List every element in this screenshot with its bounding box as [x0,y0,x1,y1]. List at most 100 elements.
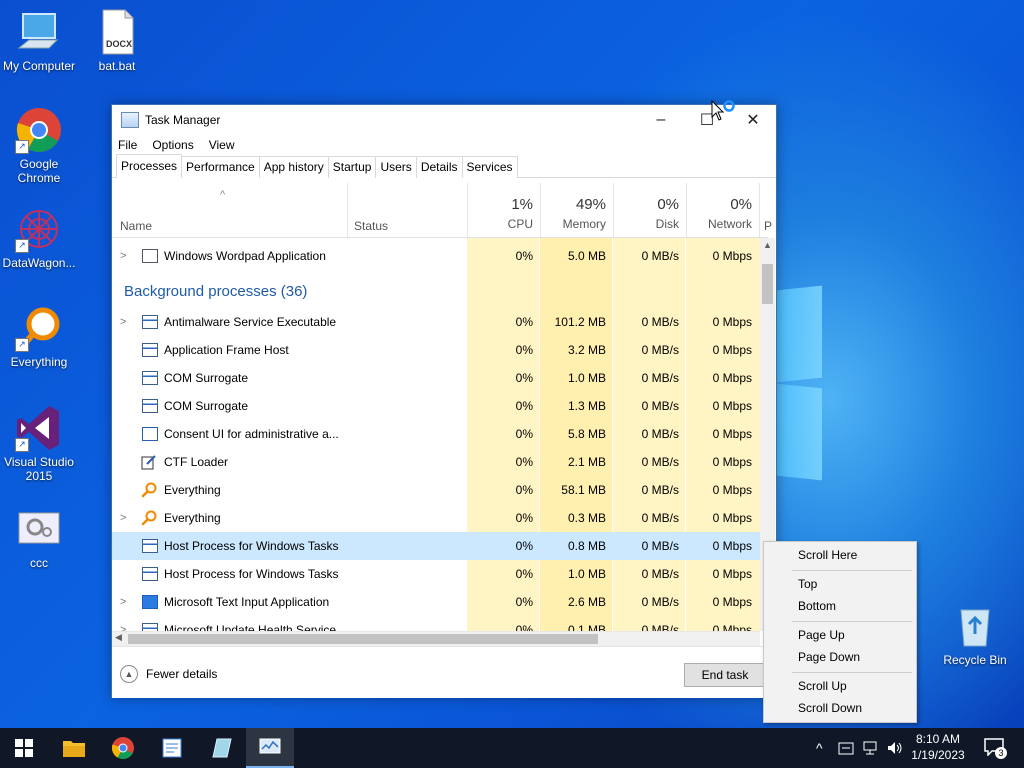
expand-chevron-icon[interactable]: > [120,616,126,631]
table-row[interactable]: Everything 0% 58.1 MB 0 MB/s 0 Mbps [112,476,760,504]
menu-separator [792,621,912,622]
scroll-left-arrow-icon[interactable]: ◀ [115,632,122,643]
menu-item-top[interactable]: Top [798,577,817,591]
column-header: ^ Name Status 1% CPU 49% Memory 0% Disk … [112,183,772,238]
menu-item-page-down[interactable]: Page Down [798,650,860,664]
tab-bar: Processes Performance App history Startu… [112,154,776,178]
shortcut-arrow-icon: ↗ [15,338,29,352]
window-title: Task Manager [145,113,221,127]
desktop-icon-visual-studio[interactable]: ↗ Visual Studio 2015 [1,404,77,483]
recycle-bin-icon [951,602,999,650]
column-network[interactable]: 0% Network [686,183,759,237]
desktop-icon-bat-file[interactable]: DOCX bat.bat [79,8,155,73]
desktop-icon-everything[interactable]: ↗ Everything [1,304,77,369]
tab-users[interactable]: Users [375,156,417,178]
tab-performance[interactable]: Performance [181,156,260,178]
end-task-button[interactable]: End task [684,663,766,687]
taskbar-app[interactable] [197,728,245,768]
table-row[interactable]: > Everything 0% 0.3 MB 0 MB/s 0 Mbps [112,504,760,532]
table-row[interactable]: > Microsoft Text Input Application 0% 2.6 M… [112,588,760,616]
expand-chevron-icon[interactable]: > [120,504,126,532]
desktop-icon-label: Google Chrome [17,157,61,185]
table-row[interactable]: COM Surrogate 0% 1.0 MB 0 MB/s 0 Mbps [112,364,760,392]
clock-date: 1/19/2023 [911,748,965,762]
menu-item-scroll-here[interactable]: Scroll Here [798,548,857,562]
computer-icon [15,8,63,56]
window-process-icon [142,427,158,441]
desktop-icon-recycle-bin[interactable]: Recycle Bin [937,602,1013,667]
table-row[interactable]: Consent UI for administrative a... 0% 5.8 … [112,420,760,448]
table-row[interactable]: Application Frame Host 0% 3.2 MB 0 MB/s 0 Mb… [112,336,760,364]
tab-processes[interactable]: Processes [116,154,183,178]
security-icon[interactable] [838,740,854,756]
table-row[interactable]: Host Process for Windows Tasks 0% 1.0 MB 0 … [112,560,760,588]
menu-view[interactable]: View [209,138,235,152]
tab-services[interactable]: Services [461,156,518,178]
docx-badge: DOCX [106,39,133,49]
menu-item-page-up[interactable]: Page Up [798,628,845,642]
task-manager-icon [121,112,139,128]
start-button[interactable] [0,728,48,768]
scroll-context-menu: Scroll Here Top Bottom Page Up Page Down… [763,541,917,723]
taskbar-chrome[interactable] [99,728,147,768]
column-cpu[interactable]: 1% CPU [467,183,540,237]
column-name[interactable]: Name [120,219,152,233]
table-row[interactable]: COM Surrogate 0% 1.3 MB 0 MB/s 0 Mbps [112,392,760,420]
tab-app-history[interactable]: App history [258,156,329,178]
clock[interactable]: 8:10 AM 1/19/2023 [905,728,971,768]
desktop-icon-my-computer[interactable]: My Computer [1,8,77,73]
taskbar-task-manager[interactable] [246,728,294,768]
scroll-up-arrow-icon[interactable]: ▲ [763,240,772,250]
title-bar[interactable]: Task Manager – ☐ ✕ [112,105,776,135]
process-icon [142,567,158,581]
column-memory[interactable]: 49% Memory [540,183,613,237]
desktop-icon-google-chrome[interactable]: ↗ Google Chrome [1,106,77,185]
action-center-button[interactable]: 3 [984,738,1007,759]
fewer-details-link[interactable]: ▲ Fewer details [120,665,217,683]
tab-startup[interactable]: Startup [327,156,377,178]
horizontal-scroll-thumb[interactable] [128,634,598,644]
desktop-icon-label: ccc [30,556,48,570]
footer: ▲ Fewer details End task [112,646,776,698]
column-status[interactable]: Status [347,183,468,237]
taskbar-wordpad[interactable] [148,728,196,768]
group-header[interactable]: Background processes (36) [112,278,760,306]
taskbar: ^ 8:10 AM 1/19/2023 3 [0,728,1024,768]
taskbar-file-explorer[interactable] [50,728,98,768]
menu-item-scroll-up[interactable]: Scroll Up [798,679,847,693]
column-disk[interactable]: 0% Disk [613,183,686,237]
vertical-scroll-thumb[interactable] [762,264,773,304]
chrome-icon: ↗ [15,106,63,154]
clock-time: 8:10 AM [915,732,961,746]
everything-icon: ↗ [15,304,63,352]
shortcut-arrow-icon: ↗ [15,239,29,253]
docx-file-icon: DOCX [93,8,141,56]
network-icon[interactable] [862,740,878,756]
table-row[interactable]: CTF Loader 0% 2.1 MB 0 MB/s 0 Mbps [112,448,760,476]
expand-chevron-icon[interactable]: > [120,588,126,616]
horizontal-scrollbar[interactable]: ◀ [112,631,760,646]
desktop-icon-label: Recycle Bin [943,653,1007,667]
volume-icon[interactable] [886,740,904,756]
menu-file[interactable]: File [118,138,137,152]
expand-chevron-icon[interactable]: > [120,308,126,336]
everything-icon [141,510,157,526]
wordpad-icon [162,738,182,758]
expand-chevron-icon[interactable]: > [120,242,126,270]
table-row[interactable]: Host Process for Windows Tasks 0% 0.8 MB 0 … [112,532,760,560]
menu-options[interactable]: Options [152,138,193,152]
table-row[interactable]: > Microsoft Update Health Service 0% 0.1 MB… [112,616,760,631]
tab-details[interactable]: Details [415,156,463,178]
sort-chevron-icon: ^ [220,189,226,201]
table-row[interactable]: > Antimalware Service Executable 0% 101.2 M… [112,308,760,336]
desktop-icon-datawagon[interactable]: ↗ DataWagon... [1,205,77,270]
show-hidden-icons-chevron[interactable]: ^ [816,728,823,768]
desktop-icon-ccc[interactable]: ccc [1,505,77,570]
menu-item-scroll-down[interactable]: Scroll Down [798,701,862,715]
process-icon [142,623,158,631]
wordpad-icon [142,249,158,263]
menu-item-bottom[interactable]: Bottom [798,599,836,613]
column-power[interactable]: P [759,183,772,237]
minimize-button[interactable]: – [638,105,684,135]
table-row-app[interactable]: > Windows Wordpad Application 0% 5.0 MB … [112,242,760,270]
